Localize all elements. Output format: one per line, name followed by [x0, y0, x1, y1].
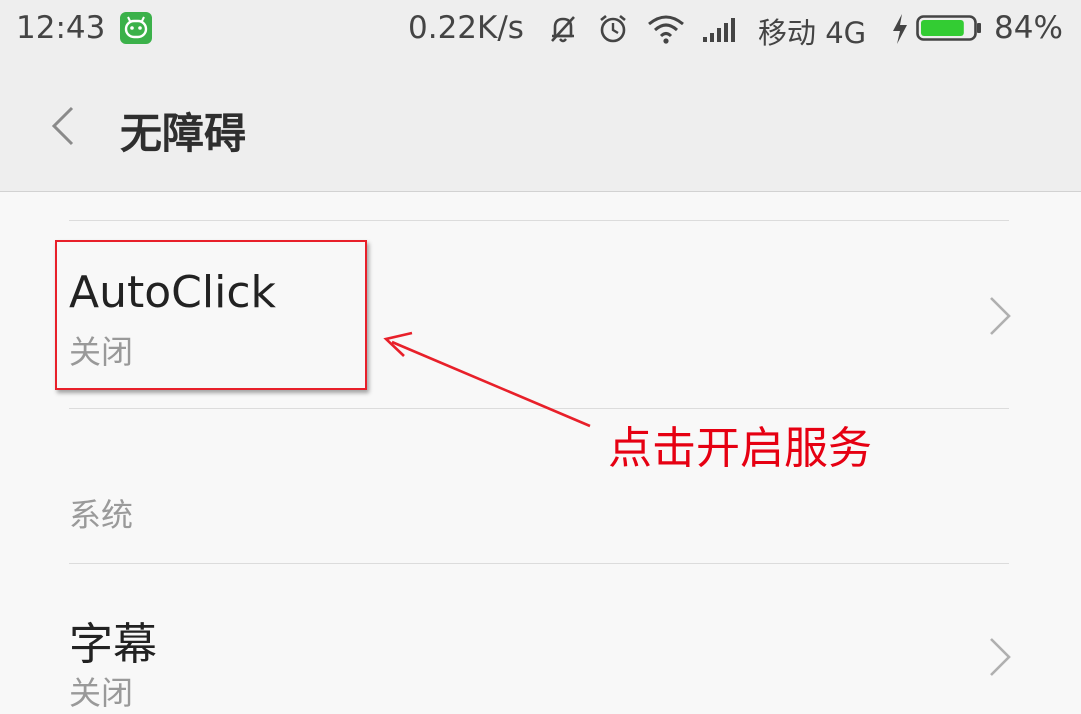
status-bar: 12:43 0.22K/s 移动 4G 84% [0, 0, 1081, 58]
status-time: 12:43 [16, 10, 106, 46]
back-button[interactable] [40, 98, 90, 154]
item-status: 关闭 [69, 674, 134, 712]
back-arrow-icon [40, 106, 90, 158]
highlight-box [55, 240, 367, 390]
chevron-right-icon [985, 295, 1015, 337]
chevron-right-icon [985, 636, 1015, 678]
battery-icon [916, 15, 982, 41]
alarm-icon [596, 12, 630, 50]
app-icon [120, 12, 152, 44]
title-bar: 无障碍 [0, 58, 1081, 192]
battery-percent: 84% [994, 10, 1063, 46]
divider [69, 408, 1009, 409]
network-speed: 0.22K/s [408, 10, 524, 46]
silent-icon [546, 12, 580, 50]
carrier-label: 移动 4G [758, 16, 867, 50]
item-title: 字幕 [69, 619, 157, 670]
page-title: 无障碍 [120, 109, 247, 158]
section-header: 系统 [69, 496, 134, 534]
annotation-text: 点击开启服务 [608, 423, 872, 474]
list-item-captions[interactable]: 字幕 关闭 [0, 564, 1081, 712]
signal-icon [702, 12, 742, 50]
wifi-icon [646, 12, 686, 50]
charging-icon [890, 12, 910, 50]
